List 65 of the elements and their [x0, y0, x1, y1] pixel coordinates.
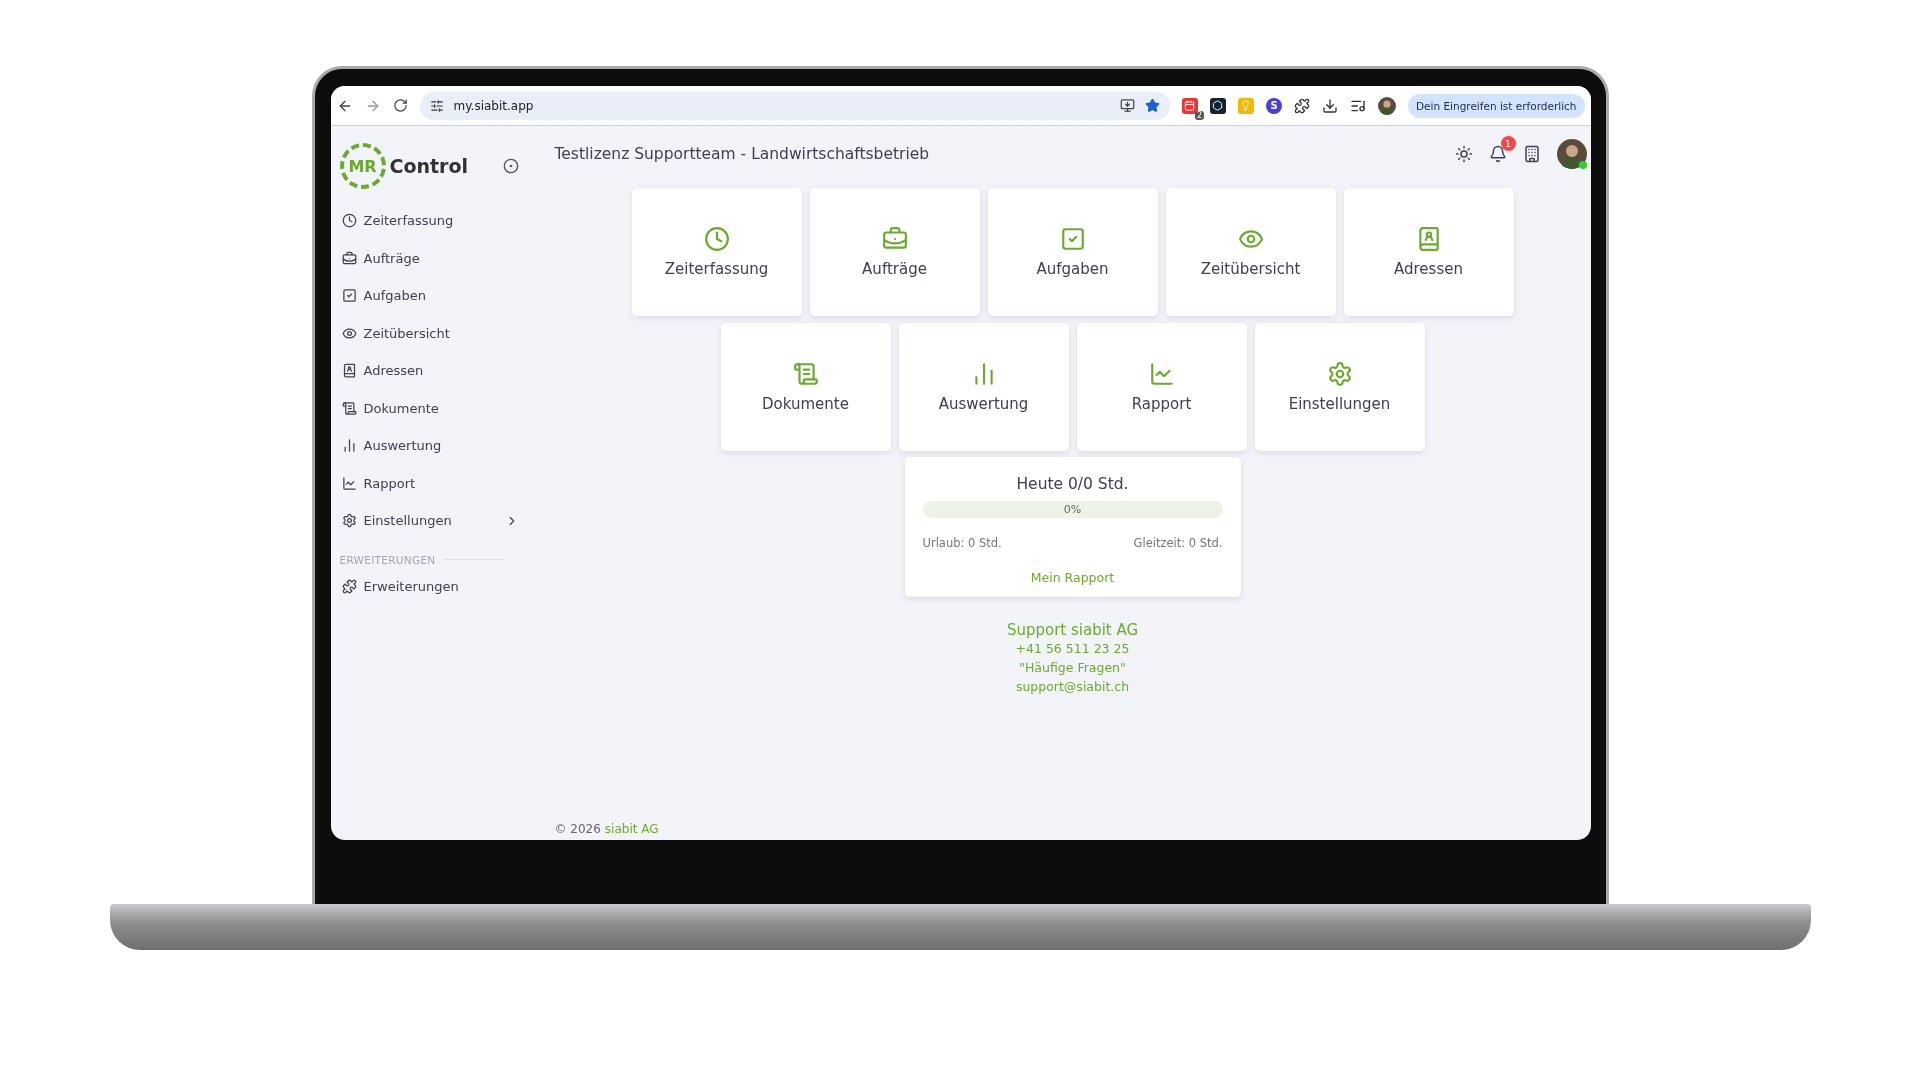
progress-reading: 0% [1063, 503, 1082, 516]
avatar[interactable] [1556, 139, 1587, 169]
logo-badge: MR [339, 143, 386, 189]
menu-tile[interactable]: Einstellungen [1254, 323, 1425, 451]
clock-icon [703, 226, 730, 252]
notice-chip[interactable]: Dein Eingreifen ist erforderlich [1408, 93, 1585, 118]
copyright-text: © 2026 [554, 822, 601, 836]
reload-icon[interactable] [392, 98, 408, 113]
theme-icon[interactable] [1454, 145, 1473, 163]
checkbox-icon [1059, 226, 1086, 252]
sidebar-item[interactable]: Aufträge [339, 239, 519, 277]
menu-tile[interactable]: Dokumente [720, 323, 891, 451]
flextime-text: Gleitzeit: 0 Std. [1133, 536, 1223, 550]
menu-tile[interactable]: Aufträge [809, 188, 980, 316]
sidebar-item[interactable]: Rapport [339, 464, 519, 502]
sidebar-item[interactable]: Zeitübersicht [339, 314, 519, 352]
briefcase-icon [341, 250, 357, 266]
sidebar-item[interactable]: Erweiterungen [339, 567, 519, 605]
checkbox-icon [341, 288, 357, 304]
sidebar-item[interactable]: Dokumente [339, 389, 519, 427]
logo-text: Control [389, 155, 470, 177]
menu-tile[interactable]: Zeitübersicht [1165, 188, 1336, 316]
extension-icon[interactable] [1210, 97, 1226, 114]
bar-chart-icon [341, 438, 357, 454]
address-bar[interactable]: my.siabit.app [419, 91, 1170, 120]
building-icon[interactable] [1522, 145, 1541, 163]
card-title: Heute 0/0 Std. [1015, 475, 1130, 493]
avatar[interactable] [1378, 96, 1396, 115]
document-icon [341, 400, 357, 416]
notification-badge: 1 [1500, 136, 1516, 151]
install-icon[interactable] [1120, 98, 1135, 113]
clock-icon [341, 213, 357, 229]
line-chart-icon [1148, 361, 1175, 387]
menu-tile[interactable]: Aufgaben [987, 188, 1158, 316]
line-chart-icon [341, 475, 357, 491]
url-text: my.siabit.app [453, 98, 535, 113]
briefcase-icon [881, 226, 908, 252]
star-icon[interactable] [1145, 98, 1160, 113]
bell-icon[interactable] [1488, 145, 1507, 163]
vacation-text: Urlaub: 0 Std. [922, 536, 1002, 550]
download-icon[interactable] [1322, 97, 1338, 114]
puzzle-icon [341, 578, 357, 594]
contact-book-icon [341, 363, 357, 379]
extension-icon[interactable]: S [1266, 97, 1282, 114]
settings-icon [1326, 361, 1353, 387]
online-status-dot [1578, 161, 1587, 169]
menu-tile[interactable]: Zeiterfassung [631, 188, 802, 316]
sidebar-item[interactable]: Einstellungen [339, 502, 519, 540]
support-title: Support siabit AG [1006, 621, 1139, 639]
menu-tile[interactable]: Adressen [1343, 188, 1514, 316]
site-settings-icon[interactable] [429, 98, 444, 113]
sidebar-item[interactable]: Auswertung [339, 427, 519, 465]
menu-tile[interactable]: Rapport [1076, 323, 1247, 451]
section-title: ERWEITERUNGEN [339, 553, 436, 566]
menu-tile[interactable]: Auswertung [898, 323, 1069, 451]
settings-icon [341, 513, 357, 529]
count-badge: 2 [1194, 110, 1204, 120]
page-title: Testlizenz Supportteam - Landwirtschaftsbetrieb [554, 145, 931, 163]
document-icon [792, 361, 819, 387]
sidebar-item[interactable]: Adressen [339, 352, 519, 390]
sidebar-item[interactable]: Zeiterfassung [339, 202, 519, 240]
extensions-icon[interactable] [1294, 97, 1310, 114]
sidebar-item[interactable]: Aufgaben [339, 277, 519, 315]
sidebar-toggle-icon[interactable] [502, 158, 519, 174]
eye-icon [341, 325, 357, 341]
